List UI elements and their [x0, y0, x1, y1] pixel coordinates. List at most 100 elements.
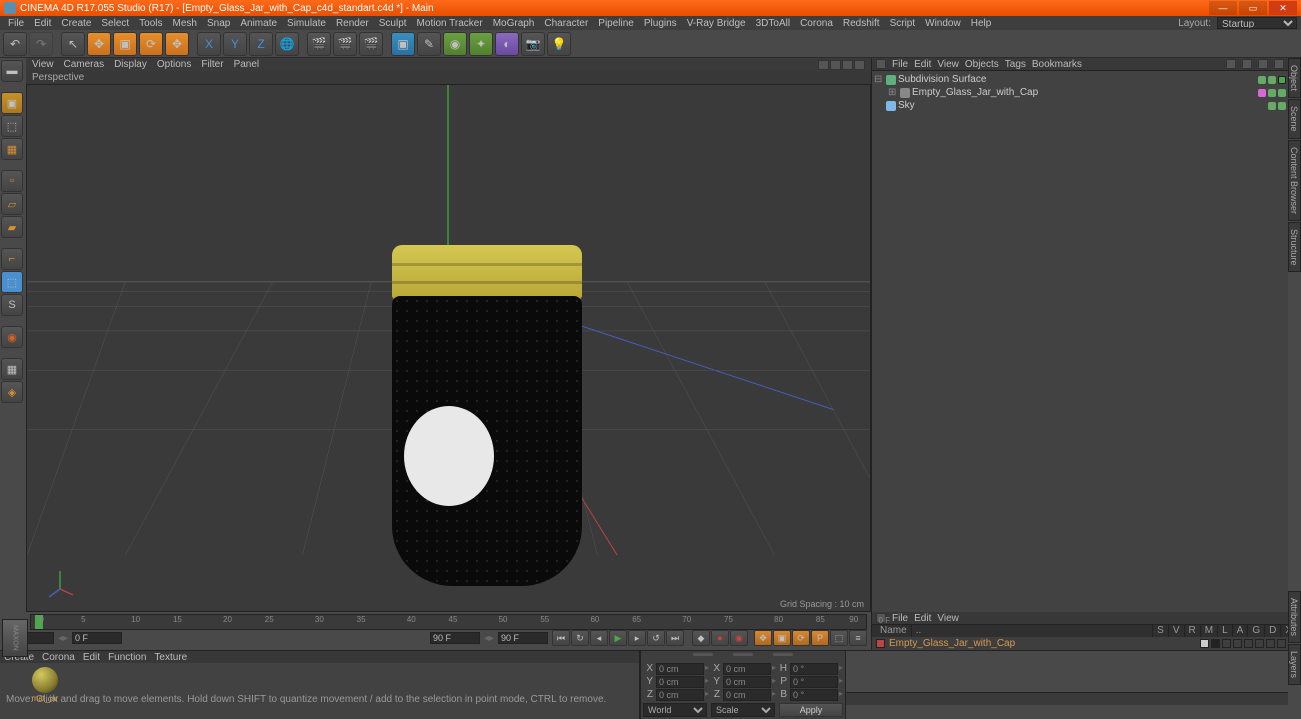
om-menu-file[interactable]: File — [892, 59, 908, 70]
menu-character[interactable]: Character — [540, 18, 592, 29]
axis-mode[interactable]: ⌐ — [1, 248, 23, 270]
workplane-mode[interactable]: ▦ — [1, 138, 23, 160]
menu-sculpt[interactable]: Sculpt — [375, 18, 411, 29]
tweak-mode[interactable]: ▦ — [1, 358, 23, 380]
layer-name[interactable]: Empty_Glass_Jar_with_Cap — [889, 638, 1015, 649]
rot-b[interactable] — [790, 689, 838, 701]
layout-select[interactable]: Startup — [1217, 17, 1297, 29]
vp-menu-display[interactable]: Display — [114, 59, 147, 70]
material-thumb[interactable]: mat_jar — [30, 667, 60, 715]
pos-y[interactable] — [656, 676, 704, 688]
point-mode[interactable]: ▫ — [1, 170, 23, 192]
model-mode[interactable]: ▣ — [1, 92, 23, 114]
prev-key[interactable]: ◂ — [590, 630, 608, 646]
frame-out-input[interactable] — [498, 632, 548, 644]
goto-start[interactable]: ⏮ — [552, 630, 570, 646]
menu-pipeline[interactable]: Pipeline — [594, 18, 638, 29]
scale-tool[interactable]: ▣ — [113, 32, 137, 56]
vis-icon[interactable] — [1222, 639, 1231, 648]
menu-window[interactable]: Window — [921, 18, 965, 29]
tab-content[interactable]: Content Browser — [1288, 140, 1301, 221]
vis-icon[interactable] — [1244, 639, 1253, 648]
soft-select[interactable]: ◉ — [1, 326, 23, 348]
menu-render[interactable]: Render — [332, 18, 373, 29]
tree-label[interactable]: Empty_Glass_Jar_with_Cap — [912, 87, 1038, 98]
object-tree[interactable]: ⊟ Subdivision Surface ⊞ Empty_Glass_Jar_… — [872, 71, 1288, 612]
rot-h[interactable] — [790, 663, 838, 675]
y-axis-lock[interactable]: Y — [223, 32, 247, 56]
am-menu-file[interactable]: File — [892, 613, 908, 624]
viewport[interactable]: Grid Spacing : 10 cm — [26, 84, 871, 612]
tree-label[interactable]: Sky — [898, 100, 915, 111]
render-view[interactable]: 🎬 — [307, 32, 331, 56]
tree-label[interactable]: Subdivision Surface — [898, 74, 986, 85]
key-pla[interactable]: ⬚ — [830, 630, 848, 646]
apply-button[interactable]: Apply — [779, 703, 843, 717]
texture-mode[interactable]: ⬚ — [1, 115, 23, 137]
size-x[interactable] — [723, 663, 771, 675]
recent-tool[interactable]: ✥ — [165, 32, 189, 56]
goto-end[interactable]: ⏭ — [666, 630, 684, 646]
pos-x[interactable] — [656, 663, 704, 675]
vis-icon[interactable] — [1200, 639, 1209, 648]
add-environment[interactable]: ◐ — [495, 32, 519, 56]
menu-animate[interactable]: Animate — [236, 18, 281, 29]
vp-nav-icon[interactable] — [854, 60, 865, 70]
z-axis-lock[interactable]: Z — [249, 32, 273, 56]
menu-mograph[interactable]: MoGraph — [489, 18, 539, 29]
om-menu-objects[interactable]: Objects — [965, 59, 999, 70]
tab-scene[interactable]: Scene — [1288, 99, 1301, 139]
record-key[interactable]: ◆ — [692, 630, 710, 646]
move-tool[interactable]: ✥ — [87, 32, 111, 56]
eye-icon[interactable] — [1258, 59, 1268, 69]
render-region[interactable]: 🎬 — [333, 32, 357, 56]
mm-menu-corona[interactable]: Corona — [42, 652, 75, 663]
menu-tools[interactable]: Tools — [135, 18, 166, 29]
edge-mode[interactable]: ▱ — [1, 193, 23, 215]
play-button[interactable]: ▶ — [609, 630, 627, 646]
menu-snap[interactable]: Snap — [203, 18, 234, 29]
key-rot[interactable]: ⟳ — [792, 630, 810, 646]
om-menu-tags[interactable]: Tags — [1005, 59, 1026, 70]
vp-nav-icon[interactable] — [830, 60, 841, 70]
rotate-tool[interactable]: ⟳ — [139, 32, 163, 56]
x-axis-lock[interactable]: X — [197, 32, 221, 56]
vis-icon[interactable] — [1255, 639, 1264, 648]
expand-icon[interactable]: ⊟ — [874, 74, 884, 85]
snap-toggle[interactable]: S — [1, 294, 23, 316]
menu-plugins[interactable]: Plugins — [640, 18, 681, 29]
vp-menu-view[interactable]: View — [32, 59, 54, 70]
select-tool[interactable]: ↖ — [61, 32, 85, 56]
make-editable[interactable]: ▬ — [1, 60, 23, 82]
vp-nav-icon[interactable] — [842, 60, 853, 70]
vis-icon[interactable] — [1277, 639, 1286, 648]
loop[interactable]: ↻ — [571, 630, 589, 646]
add-camera[interactable]: 📷 — [521, 32, 545, 56]
viewport-mode[interactable]: ⬚ — [1, 271, 23, 293]
menu-file[interactable]: File — [4, 18, 28, 29]
tab-layers[interactable]: Layers — [1288, 644, 1301, 685]
key-pos[interactable]: ✥ — [754, 630, 772, 646]
menu-mesh[interactable]: Mesh — [169, 18, 201, 29]
size-z[interactable] — [723, 689, 771, 701]
tree-row[interactable]: ⊟ Subdivision Surface — [874, 73, 1286, 86]
mm-menu-texture[interactable]: Texture — [154, 652, 187, 663]
search-icon[interactable] — [1226, 59, 1236, 69]
layer-row[interactable]: Empty_Glass_Jar_with_Cap — [872, 637, 1301, 650]
menu-3dtoall[interactable]: 3DToAll — [752, 18, 794, 29]
menu-script[interactable]: Script — [886, 18, 920, 29]
vp-menu-panel[interactable]: Panel — [234, 59, 260, 70]
am-menu-view[interactable]: View — [937, 613, 959, 624]
menu-vray[interactable]: V-Ray Bridge — [683, 18, 750, 29]
coord-space[interactable]: World — [643, 703, 707, 717]
vis-icon[interactable] — [1233, 639, 1242, 648]
panel-grip-icon[interactable] — [876, 59, 886, 69]
redo-button[interactable]: ↷ — [29, 32, 53, 56]
tab-structure[interactable]: Structure — [1288, 222, 1301, 273]
add-spline[interactable]: ✎ — [417, 32, 441, 56]
coord-scale-mode[interactable]: Scale — [711, 703, 775, 717]
mm-menu-edit[interactable]: Edit — [83, 652, 100, 663]
coord-system[interactable]: 🌐 — [275, 32, 299, 56]
menu-simulate[interactable]: Simulate — [283, 18, 330, 29]
undo-button[interactable]: ↶ — [3, 32, 27, 56]
